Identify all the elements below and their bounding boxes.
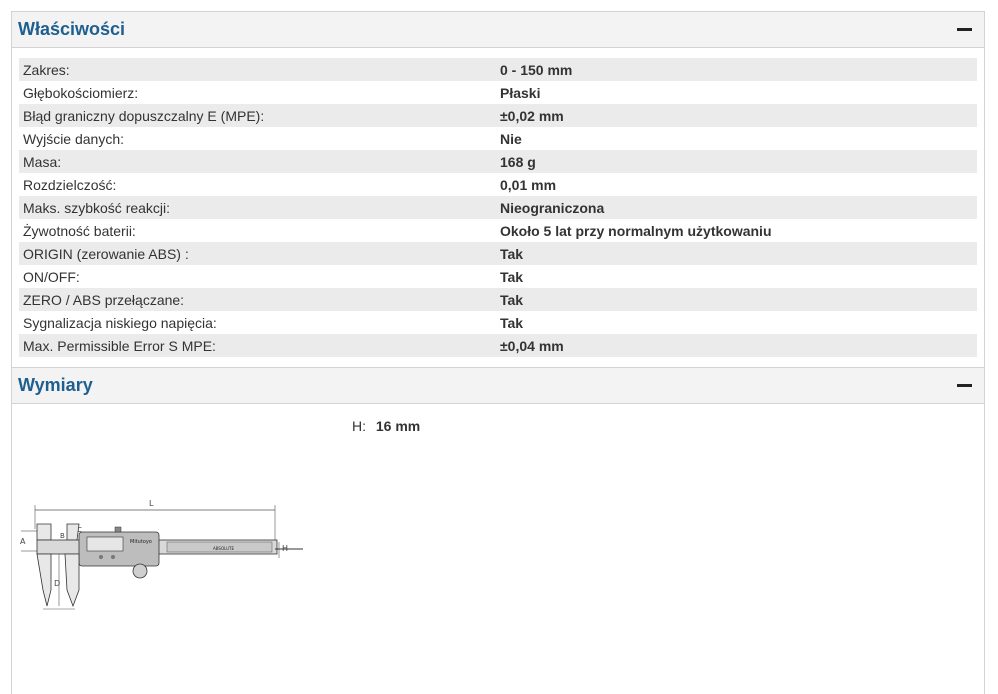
dimension-h: H: 16 mm	[352, 418, 420, 434]
property-label: Sygnalizacja niskiego napięcia:	[23, 314, 217, 331]
label-D: D	[54, 579, 60, 588]
property-value: Tak	[500, 245, 524, 262]
property-row: Zakres: 0 - 150 mm	[19, 58, 977, 81]
dimensions-header[interactable]: Wymiary	[12, 368, 984, 404]
property-row: ORIGIN (zerowanie ABS) : Tak	[19, 242, 977, 265]
page: Właściwości Zakres: 0 - 150 mm Głębokościo…	[0, 0, 998, 694]
property-label: Masa:	[23, 153, 62, 170]
property-value: Płaski	[500, 84, 541, 101]
properties-header[interactable]: Właściwości	[12, 12, 984, 48]
property-row: Głębokościomierz: Płaski	[19, 81, 977, 104]
property-row: Masa: 168 g	[19, 150, 977, 173]
property-value: Nieograniczona	[500, 199, 605, 216]
properties-panel: Właściwości Zakres: 0 - 150 mm Głębokościo…	[11, 11, 985, 368]
property-label: Zakres:	[23, 61, 70, 78]
collapse-icon[interactable]	[957, 28, 972, 31]
property-row: Sygnalizacja niskiego napięcia: Tak	[19, 311, 977, 334]
dimensions-panel: Wymiary H: 16 mm L H A B	[11, 367, 985, 694]
svg-text:ABSOLUTE: ABSOLUTE	[213, 546, 234, 551]
property-label: Głębokościomierz:	[23, 84, 139, 101]
dimension-h-value: 16 mm	[375, 418, 421, 434]
property-label: ORIGIN (zerowanie ABS) :	[23, 245, 189, 262]
property-row: Błąd graniczny dopuszczalny E (MPE): ±0,0…	[19, 104, 977, 127]
dimensions-body: H: 16 mm L H A B C	[12, 404, 984, 694]
property-value: 0 - 150 mm	[500, 61, 573, 78]
collapse-icon[interactable]	[957, 384, 972, 387]
property-value: 168 g	[500, 153, 536, 170]
property-value: Tak	[500, 268, 524, 285]
property-row: Max. Permissible Error S MPE: ±0,04 mm	[19, 334, 977, 357]
property-value: Około 5 lat przy normalnym użytkowaniu	[500, 222, 772, 239]
label-B: B	[60, 532, 65, 540]
property-label: Rozdzielczość:	[23, 176, 117, 193]
property-value: Tak	[500, 314, 524, 331]
properties-title: Właściwości	[18, 19, 126, 39]
label-L: L	[149, 499, 154, 508]
property-label: Maks. szybkość reakcji:	[23, 199, 171, 216]
property-row: Rozdzielczość: 0,01 mm	[19, 173, 977, 196]
property-label: ZERO / ABS przełączane:	[23, 291, 185, 308]
label-A: A	[20, 537, 26, 546]
property-value: Nie	[500, 130, 522, 147]
dimensions-title: Wymiary	[18, 375, 93, 395]
dimension-h-label: H:	[352, 418, 366, 434]
property-label: Błąd graniczny dopuszczalny E (MPE):	[23, 107, 265, 124]
property-label: Żywotność baterii:	[23, 222, 136, 239]
brand-text: Mitutoyo	[130, 539, 152, 545]
property-value: 0,01 mm	[500, 176, 557, 193]
property-row: Maks. szybkość reakcji: Nieograniczona	[19, 196, 977, 219]
property-value: ±0,04 mm	[500, 337, 564, 354]
property-label: Wyjście danych:	[23, 130, 125, 147]
property-value: Tak	[500, 291, 524, 308]
caliper-drawing: L H A B C ABSOLUTE	[20, 499, 303, 610]
property-row: ON/OFF: Tak	[19, 265, 977, 288]
properties-table: Zakres: 0 - 150 mm Głębokościomierz: Płaski…	[12, 48, 984, 357]
property-row: ZERO / ABS przełączane: Tak	[19, 288, 977, 311]
property-label: ON/OFF:	[23, 268, 80, 285]
property-value: ±0,02 mm	[500, 107, 564, 124]
property-label: Max. Permissible Error S MPE:	[23, 337, 216, 354]
property-row: Żywotność baterii: Około 5 lat przy norma…	[19, 219, 977, 242]
property-row: Wyjście danych: Nie	[19, 127, 977, 150]
